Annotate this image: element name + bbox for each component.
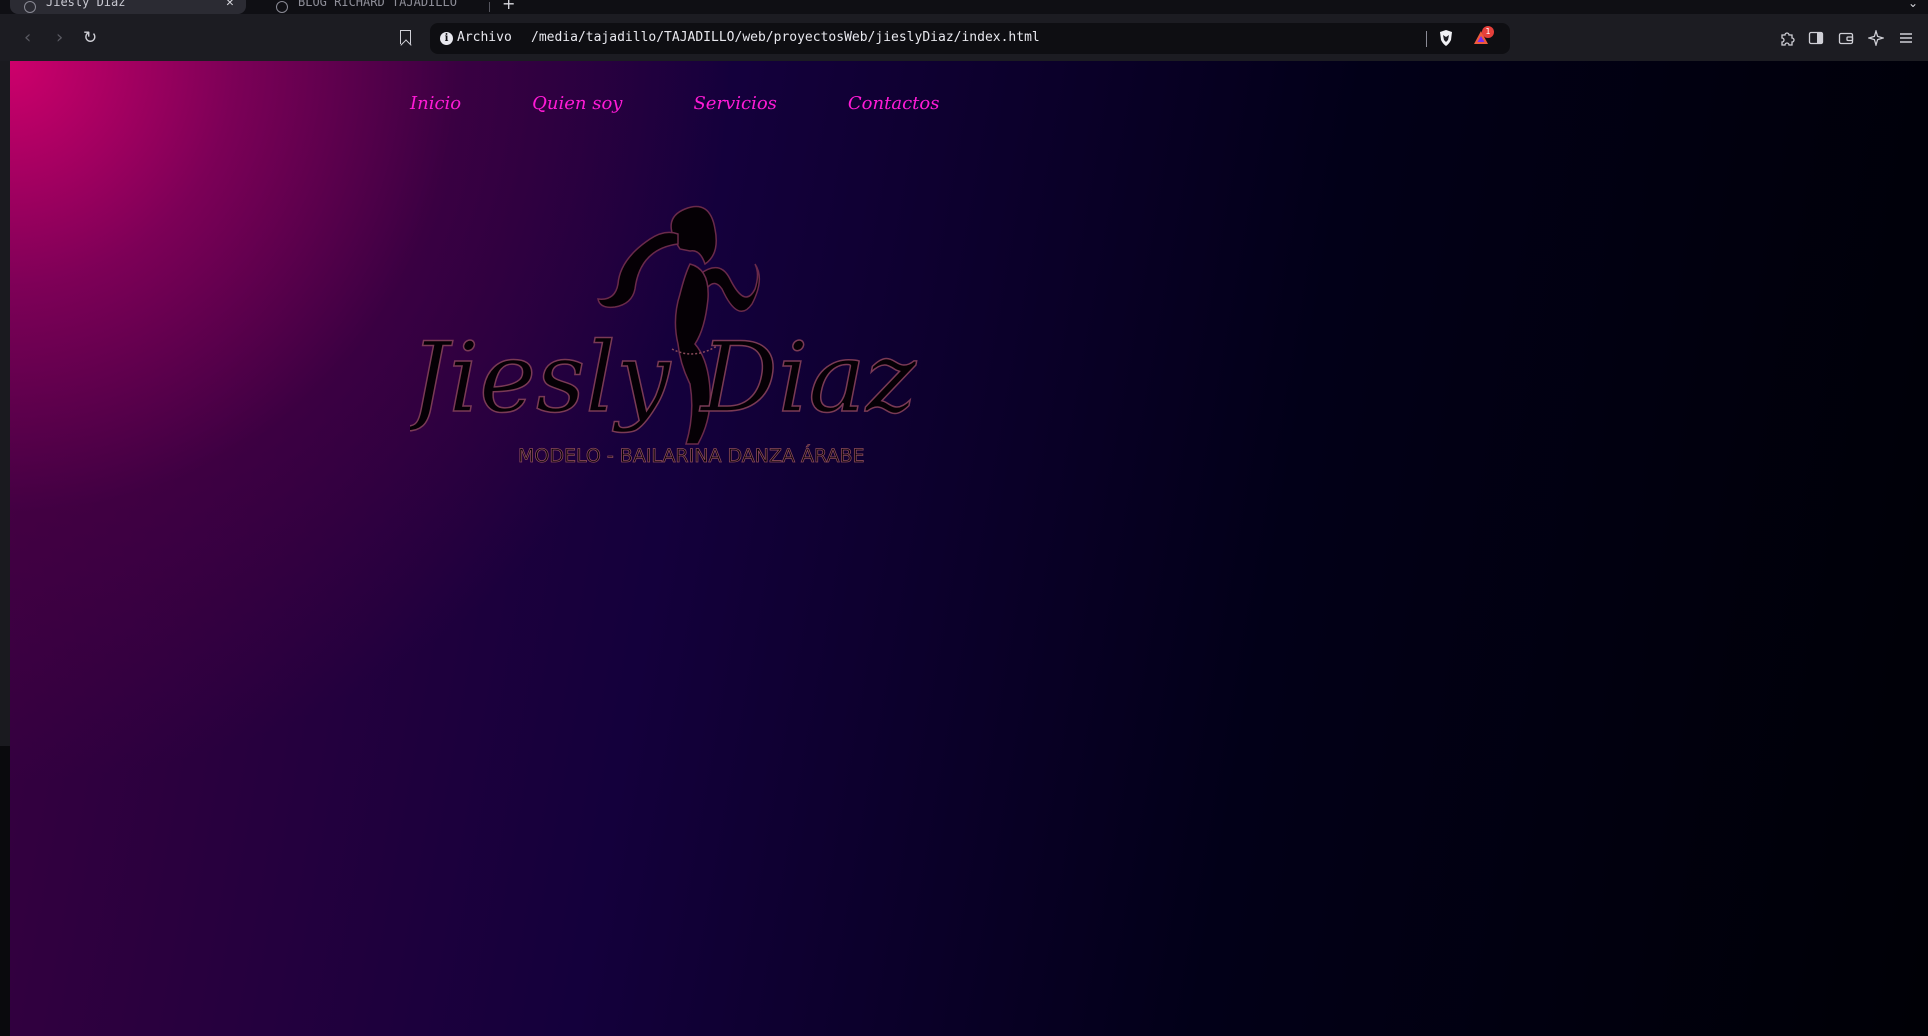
address-bar[interactable]: i Archivo /media/tajadillo/TAJADILLO/web… [430,23,1510,54]
tab-strip: Jiesly Diaz ✕ BLOG RICHARD TAJADILLO + ⌄ [0,0,1928,14]
chevron-down-icon[interactable]: ⌄ [1908,0,1918,10]
page-viewport: Inicio Quien soy Servicios Contactos Jie… [10,61,1928,1036]
wallet-icon[interactable] [1838,30,1854,46]
url-divider [1426,31,1427,47]
info-icon[interactable]: i [440,32,453,45]
nav-link-inicio[interactable]: Inicio [410,93,461,114]
nav-link-servicios[interactable]: Servicios [693,93,776,114]
rewards-badge: 1 [1482,26,1494,38]
left-sidebar-strip [0,61,10,1036]
bookmark-icon[interactable] [400,30,411,44]
tab-inactive[interactable]: BLOG RICHARD TAJADILLO [262,0,482,14]
url-text[interactable]: /media/tajadillo/TAJADILLO/web/proyectos… [531,30,1040,45]
nav-link-quien-soy[interactable]: Quien soy [532,93,622,114]
close-icon[interactable]: ✕ [226,0,246,10]
site-info-label[interactable]: Archivo [457,30,512,45]
leo-ai-icon[interactable] [1868,30,1884,46]
back-icon[interactable]: ‹ [24,29,31,47]
site-nav: Inicio Quien soy Servicios Contactos [410,93,1010,114]
nav-link-contactos[interactable]: Contactos [848,93,940,114]
menu-icon[interactable] [1898,30,1914,46]
logo-tagline: MODELO - BAILARINA DANZA ÁRABE [518,444,865,467]
tab-divider [489,2,490,12]
globe-icon [276,1,288,13]
tab-active[interactable]: Jiesly Diaz ✕ [10,0,246,14]
tab-title: BLOG RICHARD TAJADILLO [298,0,457,9]
brave-shield-icon[interactable] [1438,29,1454,47]
extensions-icon[interactable] [1779,30,1795,46]
logo-name: Jiesly Diaz [410,322,918,434]
site-logo: Jiesly Diaz MODELO - BAILARINA DANZA ÁRA… [410,205,918,467]
browser-toolbar: ‹ › ↻ i Archivo /media/tajadillo/TAJADIL… [0,14,1928,61]
sidebar-icon[interactable] [1808,30,1824,46]
forward-icon[interactable]: › [56,29,63,47]
globe-icon [24,1,36,13]
reload-icon[interactable]: ↻ [83,29,97,47]
new-tab-icon[interactable]: + [502,0,515,13]
tab-title: Jiesly Diaz [46,0,126,9]
